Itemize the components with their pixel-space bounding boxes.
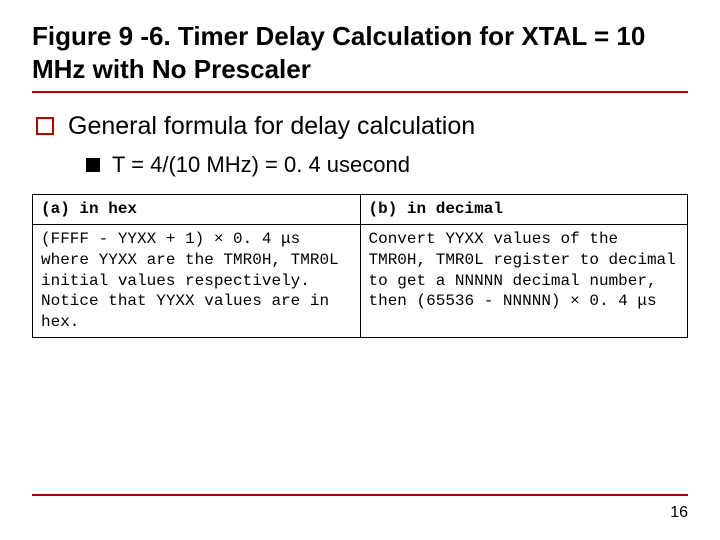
col-a-header: (a) in hex [33,195,361,225]
col-b-body: Convert YYXX values of the TMR0H, TMR0L … [360,225,688,338]
bullet-level2: T = 4/(10 MHz) = 0. 4 usecond [86,152,688,178]
page-number: 16 [670,504,688,522]
bullet-level1: General formula for delay calculation [32,111,688,142]
filled-square-icon [86,158,100,172]
bullet1-text: General formula for delay calculation [68,111,475,142]
figure-title: Figure 9 -6. Timer Delay Calculation for… [32,20,688,85]
footer-divider [32,494,688,496]
title-block: Figure 9 -6. Timer Delay Calculation for… [32,20,688,93]
col-b-header: (b) in decimal [360,195,688,225]
col-a-body: (FFFF - YYXX + 1) × 0. 4 μs where YYXX a… [33,225,361,338]
formula-table: (a) in hex (b) in decimal (FFFF - YYXX +… [32,194,688,338]
bullet2-text: T = 4/(10 MHz) = 0. 4 usecond [112,152,410,178]
hollow-square-icon [36,117,54,135]
